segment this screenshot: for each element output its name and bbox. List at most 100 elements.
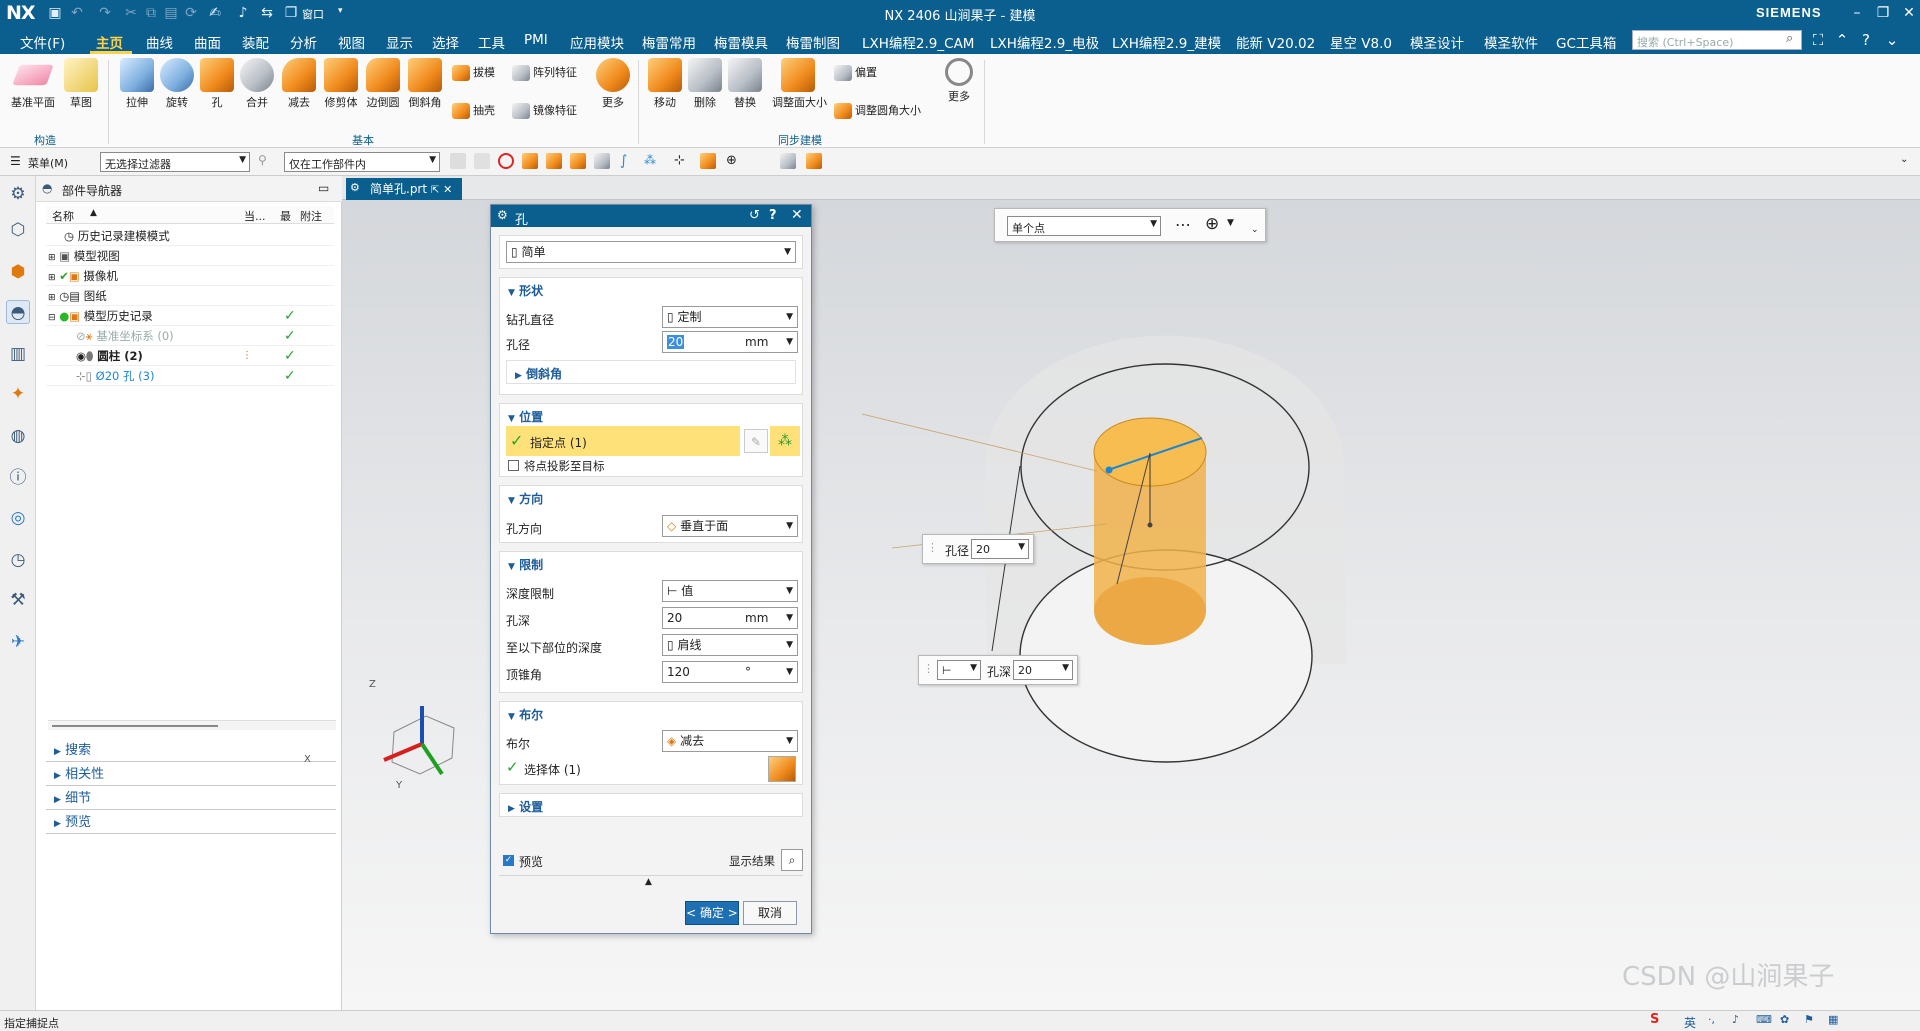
tree-row-cylinder[interactable]: ◉⬮ 圆柱 (2) ⋮ ✓ [46,346,334,366]
toolbar-options-icon[interactable]: ⌄ [1900,154,1908,165]
hidden-eye-icon[interactable]: ⊘ [76,329,86,343]
column-name[interactable]: 名称 [52,208,74,224]
hole-depth-input[interactable]: 20 mm ▼ [662,607,798,629]
menu-meilei-mold[interactable]: 梅雷模具 [714,32,768,52]
file-tab[interactable]: 简单孔.prt ⇱ ✕ [346,178,462,200]
position-section-header[interactable]: ▼ 位置 [508,408,543,425]
menu-button[interactable]: 菜单(M) [28,155,68,171]
tree-row-model-views[interactable]: ⊞ ▣ 模型视图 [46,246,334,266]
check-icon[interactable]: ✔ [59,269,69,283]
select-body-button[interactable] [768,756,796,782]
collapse-icon[interactable]: ⊟ [48,313,56,323]
keyboard-icon[interactable]: ⌨ [1756,1013,1772,1026]
menu-surface[interactable]: 曲面 [194,32,221,52]
cancel-button[interactable]: 取消 [743,901,797,925]
eye-icon[interactable]: ◉ [76,349,86,363]
mirror-feature-button[interactable]: 镜像特征 [512,100,577,122]
menu-pmi[interactable]: PMI [524,32,548,48]
maximize-icon[interactable]: ▭ [318,181,329,195]
tree-row-history-mode[interactable]: ◷ 历史记录建模模式 [46,226,334,246]
shell-button[interactable]: 抽壳 [452,100,495,122]
web-browser-icon[interactable]: ◍ [6,424,30,448]
drill-size-select[interactable]: ▯ 定制 ▼ [662,306,798,328]
role-icon[interactable]: ⚒ [6,588,30,612]
select-component-icon[interactable] [780,153,796,169]
minimize-button[interactable]: – [1844,3,1870,23]
sync-more-button[interactable]: 更多 [936,54,982,104]
tree-row-hole[interactable]: ⊹▯ Ø20 孔 (3) ✓ [46,366,334,386]
settings-section[interactable]: ▶ 设置 [499,793,803,817]
tree-row-model-history[interactable]: ⊟ ●▣ 模型历史记录 ✓ [46,306,334,326]
menu-home[interactable]: 主页 [96,32,123,52]
reset-icon[interactable]: ↺ [749,208,760,223]
tree-row-datum-csys[interactable]: ⊘⚹ 基准坐标系 (0) ✓ [46,326,334,346]
expand-icon[interactable]: ⊞ [48,293,56,303]
history-icon[interactable]: ◷ [6,548,30,572]
select-assembly-icon[interactable] [806,153,822,169]
drag-handle-icon[interactable]: ⋮ [923,662,934,675]
specify-point-row[interactable]: ✓ 指定点 (1) [506,426,740,456]
menu-lxh-cam[interactable]: LXH编程2.9_CAM [862,32,974,52]
ime-logo-icon[interactable]: S [1650,1012,1659,1027]
help-icon[interactable]: ? [769,208,777,223]
menu-analysis[interactable]: 分析 [290,32,317,52]
preview-checkbox[interactable]: ✓ [503,855,514,866]
hole-type-select[interactable]: ▯ 简单 ▼ [506,241,796,263]
toolbox-icon[interactable]: ▦ [1828,1013,1838,1026]
replace-face-button[interactable]: 替换 [722,54,768,110]
menu-lxh-modeling[interactable]: LXH编程2.9_建模 [1112,32,1221,52]
menu-curve[interactable]: 曲线 [146,32,173,52]
boolean-section-header[interactable]: ▼ 布尔 [508,706,543,723]
type-filter-select[interactable]: 无选择过滤器 ▼ [100,152,250,172]
restore-button[interactable]: ❐ [1870,3,1896,23]
tip-angle-input[interactable]: 120 ° ▼ [662,661,798,683]
shape-section-header[interactable]: ▼ 形状 [508,282,543,299]
chamfer-subsection[interactable]: ▶ 倒斜角 [506,360,796,384]
depth-limit-callout-select[interactable]: ⊢ ▼ [937,660,981,680]
deselect-all-icon[interactable] [498,153,514,169]
point-dialog-icon[interactable]: ⊕ [1205,214,1219,234]
drag-handle-icon[interactable]: ⋮ [927,541,938,554]
ok-button[interactable]: < 确定 > [685,901,739,925]
select-solid-icon[interactable] [570,153,586,169]
point-type-select[interactable]: 单个点 ▼ [1007,216,1161,236]
menu-lxh-electrode[interactable]: LXH编程2.9_电极 [990,32,1099,52]
depth-to-select[interactable]: ▯ 肩线 ▼ [662,634,798,656]
help-icon[interactable]: ? [1856,30,1876,50]
hole-center-point[interactable] [1105,466,1113,474]
panel-details[interactable]: ▶ 细节 [46,788,336,810]
unite-button[interactable]: 合并 [234,54,280,110]
menu-tools[interactable]: 工具 [478,32,505,52]
search-icon[interactable]: ⌕ [1786,31,1793,46]
gear-icon[interactable]: ⚙ [497,208,508,222]
menu-select[interactable]: 选择 [432,32,459,52]
constraint-navigator-icon[interactable]: ⬢ [6,260,30,284]
collapse-dialog-icon[interactable]: ▲ [645,877,652,887]
select-body-icon[interactable] [522,153,538,169]
datum-plane-button[interactable]: 基准平面 [10,54,56,110]
diameter-input[interactable]: 20 mm ▼ [662,331,798,353]
ribbon-options-icon[interactable]: ⌄ [1882,30,1902,50]
chamfer-button[interactable]: 倒斜角 [402,54,448,110]
menu-applications[interactable]: 应用模块 [570,32,624,52]
sort-ascending-icon[interactable]: ▲ [90,208,97,218]
punctuation-icon[interactable]: ·, [1708,1013,1715,1026]
command-search-input[interactable]: 搜索 (Ctrl+Space) [1632,30,1802,50]
panel-dependencies[interactable]: ▶ 相关性 [46,764,336,786]
horizontal-scrollbar[interactable] [48,720,336,730]
menu-display[interactable]: 显示 [386,32,413,52]
menu-icon[interactable]: ☰ [10,154,21,168]
tree-row-cameras[interactable]: ⊞ ✔▣ 摄像机 [46,266,334,286]
show-result-button[interactable]: ⌕ [781,849,803,871]
subtract-button[interactable]: 减去 [276,54,322,110]
toolbar-options-icon[interactable]: ⌄ [1251,225,1259,235]
menu-meilei-common[interactable]: 梅雷常用 [642,32,696,52]
more-options-icon[interactable]: ⋯ [1175,215,1191,234]
menu-view[interactable]: 视图 [338,32,365,52]
menu-nengxin[interactable]: 能新 V20.02 [1236,32,1315,52]
chevron-down-icon[interactable]: ▼ [1227,218,1234,228]
skin-icon[interactable]: ✿ [1780,1013,1789,1026]
trim-body-button[interactable]: 修剪体 [318,54,364,110]
reuse-library-icon[interactable]: ▥ [6,342,30,366]
draft-button[interactable]: 拔模 [452,62,495,84]
